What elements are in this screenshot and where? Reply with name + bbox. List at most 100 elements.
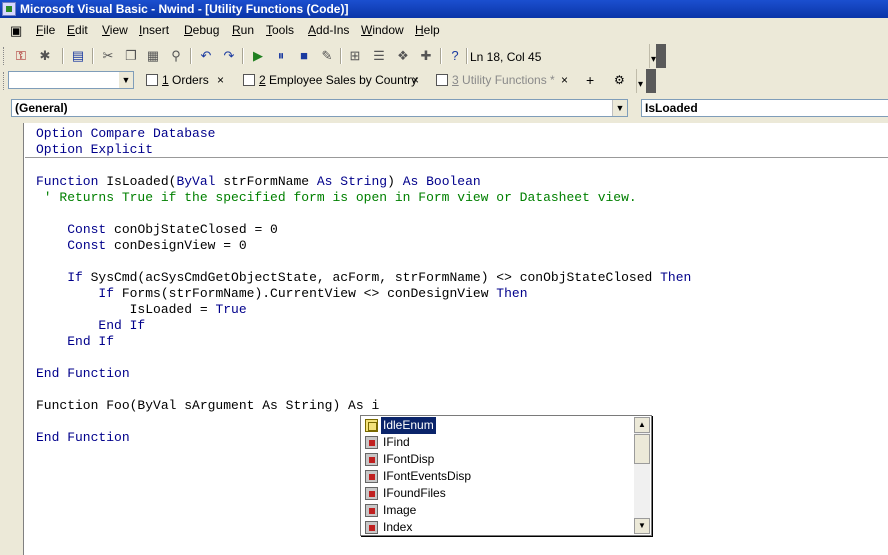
enum-icon	[365, 419, 378, 432]
help-icon[interactable]: ?	[446, 47, 464, 65]
code-line: Const conDesignView = 0	[67, 238, 247, 253]
class-icon	[365, 470, 378, 483]
menu-debug[interactable]: Debug	[184, 23, 219, 37]
object-dropdown[interactable]: (General) ▼	[11, 99, 628, 117]
autocomplete-scrollbar[interactable]: ▲ ▼	[634, 417, 650, 534]
scroll-thumb[interactable]	[634, 434, 650, 464]
save-icon[interactable]: ▤	[69, 47, 87, 65]
autocomplete-item[interactable]: IFind	[363, 434, 635, 451]
break-icon[interactable]: ⏸	[272, 47, 290, 65]
undo-icon[interactable]: ↶	[197, 47, 215, 65]
margin-indicator-bar[interactable]	[0, 123, 24, 555]
code-line: End If	[98, 318, 146, 333]
menu-tools[interactable]: Tools	[266, 23, 294, 37]
tab-number: 1	[162, 73, 169, 87]
toolbar-separator	[92, 48, 94, 64]
autocomplete-item-label: IFoundFiles	[383, 486, 446, 500]
window-title: Microsoft Visual Basic - Nwind - [Utilit…	[20, 2, 349, 16]
project-explorer-icon[interactable]: ⊞	[346, 47, 364, 65]
object-dropdown-value: (General)	[15, 101, 68, 115]
code-line: ​	[36, 206, 691, 222]
object-browser-icon[interactable]: ❖	[394, 47, 412, 65]
menu-window[interactable]: Window	[361, 23, 404, 37]
code-line: IsLoaded = True	[36, 302, 247, 317]
standard-toolbar: ⚿ ✱ ▤ ✂ ❐ ▦ ⚲ ↶ ↷ ▶ ⏸ ■ ✎ ⊞ ☰ ❖ ✚? Ln 18, Col 45	[0, 44, 660, 68]
autocomplete-item[interactable]: Image	[363, 502, 635, 519]
find-icon[interactable]: ⚲	[167, 47, 185, 65]
tab-label: Utility Functions *	[458, 73, 555, 87]
autocomplete-item-label: Index	[383, 520, 413, 534]
menu-add-ins[interactable]: Add-Ins	[308, 23, 349, 37]
close-tab-icon[interactable]: ×	[217, 73, 224, 89]
code-text[interactable]: Option Compare DatabaseOption Explicit​F…	[36, 126, 691, 446]
menu-bar: ▣ File Edit View Insert Debug Run Tools Add-Ins…	[0, 20, 888, 42]
window-tab[interactable]: 1 Orders	[146, 73, 209, 89]
tab-number: 3	[452, 73, 459, 87]
autocomplete-item[interactable]: IdleEnum	[363, 416, 635, 435]
class-icon	[365, 504, 378, 517]
form-icon	[243, 74, 255, 86]
autocomplete-item[interactable]: Index	[363, 519, 635, 536]
autocomplete-item[interactable]: IFoundFiles	[363, 485, 635, 502]
code-line: Option Compare Database	[36, 126, 216, 141]
redo-icon[interactable]: ↷	[220, 47, 238, 65]
close-tab-icon[interactable]: ×	[561, 73, 568, 89]
code-line: Function IsLoaded(ByVal strFormName As S…	[36, 174, 481, 189]
autocomplete-item-label: IFind	[383, 435, 410, 449]
reset-icon[interactable]: ■	[295, 47, 313, 65]
form-icon	[146, 74, 158, 86]
run-icon[interactable]: ▶	[249, 47, 267, 65]
toolbar-separator	[340, 48, 342, 64]
menu-file[interactable]: File	[36, 23, 55, 37]
code-line: End Function	[36, 366, 130, 381]
autocomplete-item-label: IdleEnum	[380, 416, 437, 435]
code-line: ​	[36, 254, 691, 270]
add-tab-button[interactable]: +	[586, 72, 594, 88]
menu-edit[interactable]: Edit	[67, 23, 88, 37]
window-tab[interactable]: 3 Utility Functions *	[436, 73, 555, 89]
design-mode-icon[interactable]: ✎	[318, 47, 336, 65]
autocomplete-item-label: IFontEventsDisp	[383, 469, 472, 483]
tab-label: Employee Sales by Country	[265, 73, 418, 87]
toolbar-grip[interactable]	[3, 72, 7, 90]
autocomplete-item-label: IFontDisp	[383, 452, 435, 466]
code-line: Function Foo(ByVal sArgument As String) …	[36, 398, 380, 413]
paste-icon[interactable]: ▦	[144, 47, 162, 65]
module-combo[interactable]: ▼	[8, 71, 134, 89]
toolbar-separator	[242, 48, 244, 64]
chevron-down-icon[interactable]: ▼	[612, 100, 627, 116]
title-bar: Microsoft Visual Basic - Nwind - [Utilit…	[0, 0, 888, 18]
code-line: ​	[36, 158, 691, 174]
chevron-down-icon[interactable]: ▼	[119, 72, 133, 88]
scroll-down-button[interactable]: ▼	[634, 518, 650, 534]
autocomplete-item[interactable]: IFontEventsDisp	[363, 468, 635, 485]
code-line: End If	[67, 334, 115, 349]
window-tab[interactable]: 2 Employee Sales by Country	[243, 73, 417, 89]
vba-app-icon	[2, 2, 16, 16]
cut-icon[interactable]: ✂	[99, 47, 117, 65]
autocomplete-item[interactable]: IFontDisp	[363, 451, 635, 468]
access-icon[interactable]: ⚿	[12, 47, 30, 65]
properties-icon[interactable]: ☰	[370, 47, 388, 65]
scroll-up-button[interactable]: ▲	[634, 417, 650, 433]
insert-module-icon[interactable]: ✱	[36, 47, 54, 65]
vba-document-icon[interactable]: ▣	[10, 23, 22, 39]
procedure-dropdown[interactable]: IsLoaded	[641, 99, 888, 117]
tab-number: 2	[259, 73, 266, 87]
copy-icon[interactable]: ❐	[122, 47, 140, 65]
code-line: ​	[36, 350, 691, 366]
cursor-position: Ln 18, Col 45	[470, 50, 542, 64]
menu-view[interactable]: View	[102, 23, 128, 37]
close-tab-icon[interactable]: ×	[412, 73, 419, 89]
class-icon	[365, 521, 378, 534]
autocomplete-item-label: Image	[383, 503, 417, 517]
menu-insert[interactable]: Insert	[139, 23, 169, 37]
menu-run[interactable]: Run	[232, 23, 254, 37]
toolbox-icon[interactable]: ✚	[417, 47, 435, 65]
autocomplete-list[interactable]: IdleEnum IFind IFontDisp IFontEventsDisp IFo…	[360, 415, 652, 536]
tab-label: Orders	[168, 73, 209, 87]
module-icon	[436, 74, 448, 86]
menu-help[interactable]: Help	[415, 23, 440, 37]
tab-options-icon[interactable]: ⚙	[614, 73, 625, 87]
toolbar-grip[interactable]	[3, 47, 7, 65]
